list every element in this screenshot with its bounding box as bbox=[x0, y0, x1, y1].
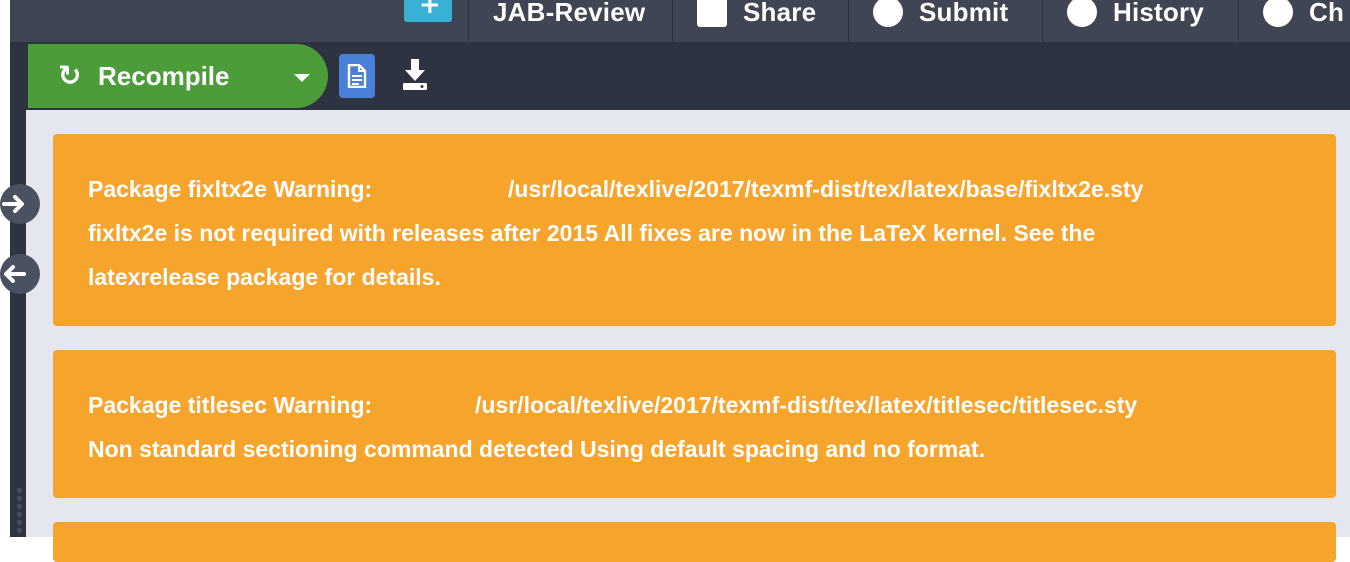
submit-icon bbox=[873, 0, 903, 27]
chat-icon bbox=[1263, 0, 1293, 27]
history-icon bbox=[1067, 0, 1097, 27]
warning-message: fixltx2e is not required with releases a… bbox=[88, 220, 1096, 246]
warning-message: latexrelease package for details. bbox=[88, 264, 441, 290]
warning-card[interactable]: Package fixltx2e Warning: /usr/local/tex… bbox=[53, 134, 1336, 326]
menu-chat-label: Ch bbox=[1309, 0, 1345, 27]
warning-card[interactable] bbox=[53, 522, 1336, 562]
pane-divider[interactable] bbox=[10, 110, 14, 537]
logs-button[interactable] bbox=[339, 54, 375, 98]
warning-file-path[interactable]: /usr/local/texlive/2017/texmf-dist/tex/l… bbox=[475, 392, 1137, 419]
arrow-left-icon bbox=[4, 265, 26, 283]
download-icon bbox=[403, 59, 427, 90]
warning-message: Non standard sectioning command detected… bbox=[88, 436, 986, 462]
refresh-icon: ↻ bbox=[58, 59, 82, 92]
menu-history-label: History bbox=[1113, 0, 1204, 27]
menu-chat[interactable]: Ch bbox=[1238, 0, 1350, 42]
share-icon bbox=[697, 0, 727, 27]
arrow-right-icon bbox=[2, 195, 24, 213]
top-menu-bar: JAB-Review Share Submit History Ch bbox=[10, 0, 1350, 42]
chevron-down-icon[interactable] bbox=[294, 74, 310, 82]
menu-share[interactable]: Share bbox=[672, 0, 848, 42]
menu-history[interactable]: History bbox=[1042, 0, 1238, 42]
warning-title: Package titlesec Warning: bbox=[88, 392, 373, 418]
sync-to-pdf-button[interactable] bbox=[0, 184, 40, 224]
resize-grip[interactable] bbox=[17, 488, 23, 537]
menu-submit-label: Submit bbox=[919, 0, 1009, 27]
recompile-label: Recompile bbox=[98, 61, 230, 91]
add-icon[interactable] bbox=[404, 0, 452, 22]
recompile-button[interactable]: ↻ Recompile bbox=[28, 44, 328, 108]
menu-share-label: Share bbox=[743, 0, 817, 27]
menu-submit[interactable]: Submit bbox=[848, 0, 1042, 42]
download-pdf-button[interactable] bbox=[400, 58, 430, 92]
sync-to-code-button[interactable] bbox=[0, 254, 40, 294]
menu-jab-review-label: JAB-Review bbox=[493, 0, 646, 27]
warning-title: Package fixltx2e Warning: bbox=[88, 176, 373, 202]
warning-file-path[interactable]: /usr/local/texlive/2017/texmf-dist/tex/l… bbox=[508, 176, 1143, 203]
warning-card[interactable]: Package titlesec Warning: /usr/local/tex… bbox=[53, 350, 1336, 498]
menu-jab-review[interactable]: JAB-Review bbox=[468, 0, 672, 42]
document-icon bbox=[347, 64, 367, 88]
